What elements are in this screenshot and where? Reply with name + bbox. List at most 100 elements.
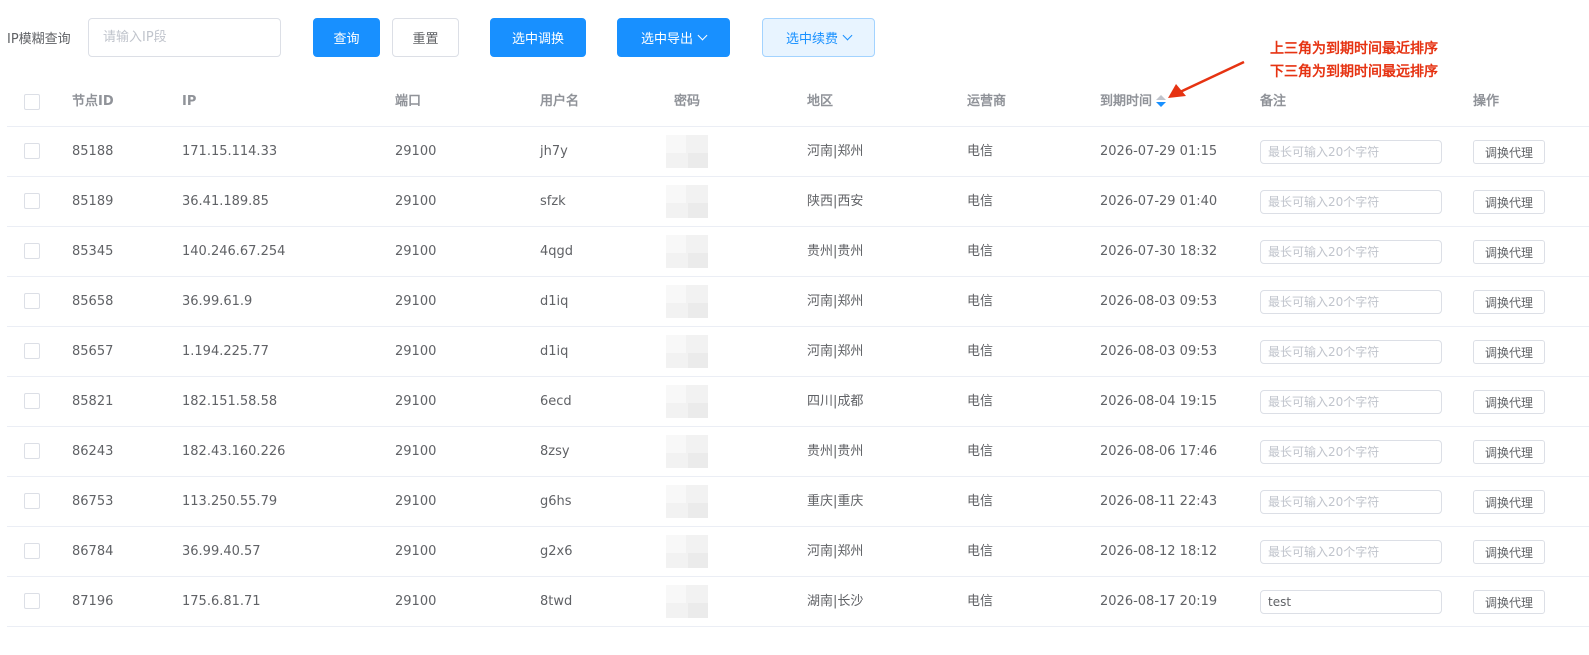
row-checkbox[interactable]: [24, 343, 40, 359]
cell-region: 河南|郑州: [807, 344, 864, 359]
switch-selected-button[interactable]: 选中调换: [490, 18, 586, 57]
cell-password-masked: [666, 385, 708, 418]
row-checkbox[interactable]: [24, 143, 40, 159]
remark-input[interactable]: [1260, 390, 1442, 414]
switch-proxy-button[interactable]: 调换代理: [1473, 240, 1545, 264]
sort-caret-icon[interactable]: [1156, 94, 1167, 107]
node-table: 节点ID IP 端口 用户名 密码 地区 运营商 到期时间 备注 操作 8518…: [7, 78, 1589, 627]
cell-port: 29100: [395, 194, 437, 209]
row-checkbox[interactable]: [24, 493, 40, 509]
cell-password-masked: [666, 535, 708, 568]
cell-region: 河南|郑州: [807, 544, 864, 559]
cell-operator: 电信: [967, 394, 994, 409]
cell-operator: 电信: [967, 594, 994, 609]
remark-input[interactable]: [1260, 140, 1442, 164]
cell-expire: 2026-07-29 01:40: [1100, 194, 1218, 209]
cell-ip: 36.41.189.85: [182, 194, 269, 209]
cell-node-id: 86753: [72, 494, 114, 509]
header-region: 地区: [807, 94, 834, 109]
cell-port: 29100: [395, 594, 437, 609]
cell-username: sfzk: [540, 194, 566, 209]
renew-selected-dropdown[interactable]: 选中续费: [762, 18, 875, 57]
remark-input[interactable]: [1260, 290, 1442, 314]
switch-proxy-button[interactable]: 调换代理: [1473, 190, 1545, 214]
remark-input[interactable]: [1260, 590, 1442, 614]
query-button-label: 查询: [333, 32, 360, 47]
cell-expire: 2026-08-03 09:53: [1100, 344, 1218, 359]
cell-node-id: 86784: [72, 544, 114, 559]
cell-operator: 电信: [967, 444, 994, 459]
switch-proxy-button[interactable]: 调换代理: [1473, 290, 1545, 314]
row-checkbox[interactable]: [24, 593, 40, 609]
cell-username: g6hs: [540, 494, 572, 509]
cell-ip: 113.250.55.79: [182, 494, 278, 509]
cell-node-id: 85657: [72, 344, 114, 359]
switch-proxy-button[interactable]: 调换代理: [1473, 340, 1545, 364]
cell-port: 29100: [395, 144, 437, 159]
cell-region: 重庆|重庆: [807, 494, 864, 509]
select-all-checkbox[interactable]: [24, 94, 40, 110]
cell-port: 29100: [395, 294, 437, 309]
row-checkbox[interactable]: [24, 543, 40, 559]
cell-port: 29100: [395, 494, 437, 509]
remark-input[interactable]: [1260, 490, 1442, 514]
header-operator: 运营商: [967, 94, 1007, 109]
header-remark: 备注: [1260, 94, 1287, 109]
remark-input[interactable]: [1260, 440, 1442, 464]
query-button[interactable]: 查询: [313, 18, 380, 57]
cell-node-id: 85658: [72, 294, 114, 309]
header-password: 密码: [674, 94, 701, 109]
header-expire-label: 到期时间: [1100, 94, 1153, 109]
header-ip: IP: [182, 94, 197, 109]
row-checkbox[interactable]: [24, 243, 40, 259]
ip-search-input[interactable]: [88, 18, 281, 57]
header-expire[interactable]: 到期时间: [1100, 78, 1167, 126]
cell-node-id: 87196: [72, 594, 114, 609]
row-checkbox[interactable]: [24, 393, 40, 409]
cell-operator: 电信: [967, 344, 994, 359]
row-checkbox[interactable]: [24, 443, 40, 459]
remark-input[interactable]: [1260, 240, 1442, 264]
switch-proxy-button[interactable]: 调换代理: [1473, 140, 1545, 164]
cell-expire: 2026-08-03 09:53: [1100, 294, 1218, 309]
cell-ip: 1.194.225.77: [182, 344, 269, 359]
cell-username: 8zsy: [540, 444, 570, 459]
remark-input[interactable]: [1260, 190, 1442, 214]
remark-input[interactable]: [1260, 340, 1442, 364]
renew-selected-label: 选中续费: [785, 32, 838, 47]
cell-expire: 2026-07-29 01:15: [1100, 144, 1218, 159]
switch-proxy-button[interactable]: 调换代理: [1473, 440, 1545, 464]
table-row: 85345 140.246.67.254 29100 4qgd 贵州|贵州 电信…: [7, 227, 1589, 277]
cell-ip: 36.99.40.57: [182, 544, 261, 559]
cell-region: 贵州|贵州: [807, 444, 864, 459]
cell-region: 四川|成都: [807, 394, 864, 409]
row-checkbox[interactable]: [24, 193, 40, 209]
row-checkbox[interactable]: [24, 293, 40, 309]
export-selected-dropdown[interactable]: 选中导出: [617, 18, 730, 57]
cell-expire: 2026-08-06 17:46: [1100, 444, 1218, 459]
switch-proxy-button[interactable]: 调换代理: [1473, 540, 1545, 564]
cell-expire: 2026-08-04 19:15: [1100, 394, 1218, 409]
cell-port: 29100: [395, 244, 437, 259]
switch-proxy-button[interactable]: 调换代理: [1473, 490, 1545, 514]
ip-filter-label: IP模糊查询: [7, 32, 71, 47]
header-port: 端口: [395, 94, 422, 109]
cell-region: 陕西|西安: [807, 194, 864, 209]
cell-password-masked: [666, 335, 708, 368]
switch-proxy-button[interactable]: 调换代理: [1473, 390, 1545, 414]
cell-password-masked: [666, 585, 708, 618]
header-node-id: 节点ID: [72, 94, 114, 109]
cell-password-masked: [666, 285, 708, 318]
cell-password-masked: [666, 435, 708, 468]
cell-operator: 电信: [967, 194, 994, 209]
cell-ip: 171.15.114.33: [182, 144, 278, 159]
switch-proxy-button[interactable]: 调换代理: [1473, 590, 1545, 614]
cell-port: 29100: [395, 394, 437, 409]
cell-region: 贵州|贵州: [807, 244, 864, 259]
cell-port: 29100: [395, 344, 437, 359]
table-row: 85189 36.41.189.85 29100 sfzk 陕西|西安 电信 2…: [7, 177, 1589, 227]
remark-input[interactable]: [1260, 540, 1442, 564]
table-row: 85188 171.15.114.33 29100 jh7y 河南|郑州 电信 …: [7, 127, 1589, 177]
reset-button[interactable]: 重置: [392, 18, 459, 57]
cell-node-id: 85345: [72, 244, 114, 259]
